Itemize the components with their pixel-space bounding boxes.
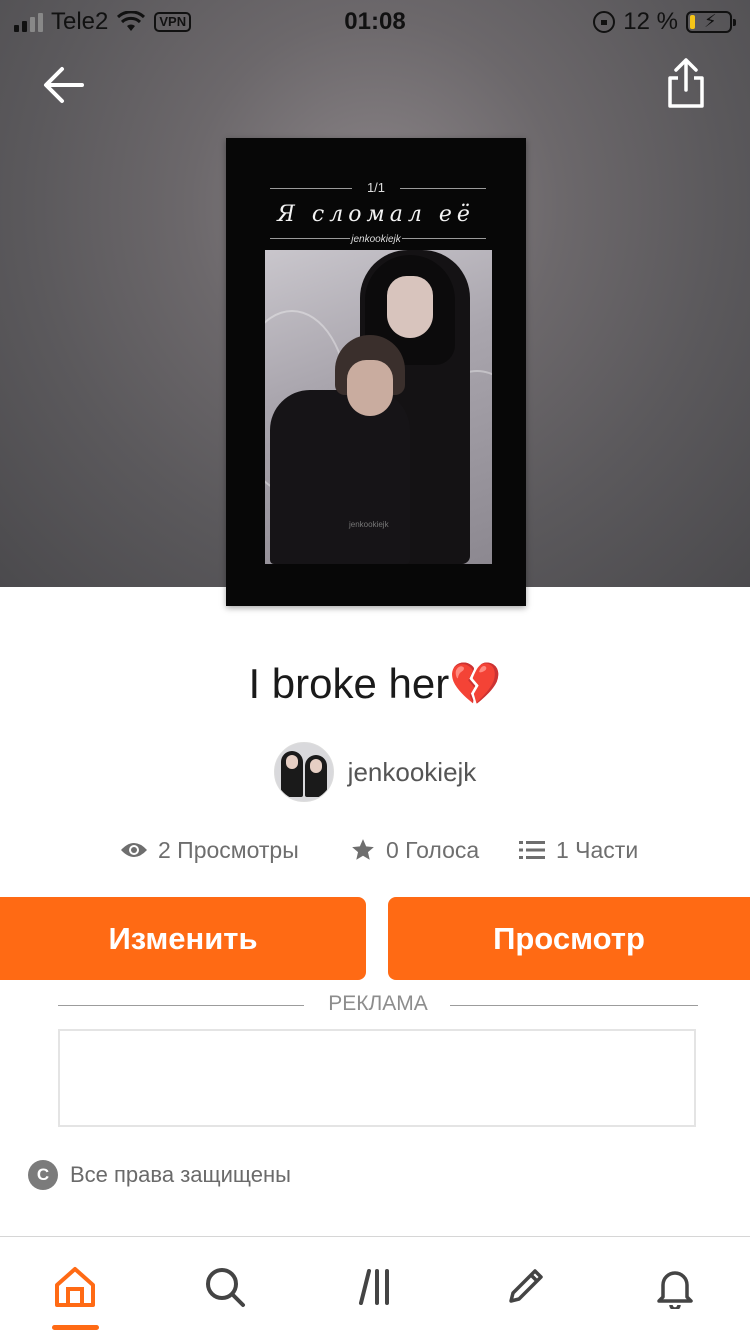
votes-count: 0 Голоса [386, 836, 480, 863]
nav-search[interactable] [195, 1261, 255, 1313]
story-title: I broke her💔 [248, 660, 502, 707]
cover-title: Я сломал её [277, 202, 475, 227]
cover-part-label: 1/1 [366, 180, 386, 195]
ad-label-row: РЕКЛАМА [58, 992, 698, 1018]
orientation-lock-icon [593, 11, 616, 33]
library-icon [359, 1269, 389, 1305]
nav-home[interactable] [45, 1261, 105, 1313]
votes-stat: 0 Голоса [350, 832, 479, 868]
parts-count: 1 Части [556, 836, 639, 863]
home-icon [55, 1267, 95, 1307]
preview-button[interactable]: Просмотр [388, 897, 750, 980]
nav-write[interactable] [495, 1261, 555, 1313]
cover-author: jenkookiejk [351, 234, 401, 245]
share-icon [668, 58, 704, 108]
nav-active-indicator [52, 1325, 99, 1330]
copyright-icon: C [28, 1160, 58, 1190]
battery-icon: ⚡ [686, 11, 736, 33]
cover-photo: jenkookiejk [265, 250, 492, 564]
ad-slot[interactable] [58, 1029, 696, 1127]
eye-icon [121, 843, 147, 857]
arrow-left-icon [44, 67, 84, 103]
star-icon [352, 839, 374, 860]
story-cover[interactable]: 1/1 Я сломал её jenkookiejk jenkookiejk [226, 138, 526, 606]
parts-stat: 1 Части [518, 832, 638, 868]
avatar[interactable] [273, 742, 334, 802]
ad-divider [450, 1005, 698, 1006]
back-button[interactable] [40, 60, 90, 110]
ad-label: РЕКЛАМА [328, 992, 428, 1015]
views-count: 2 Просмотры [158, 836, 299, 863]
battery-percent: 12 % [623, 8, 678, 35]
nav-notifications[interactable] [645, 1261, 705, 1313]
status-right: 12 % ⚡ [593, 8, 736, 36]
nav-library[interactable] [347, 1261, 407, 1313]
list-icon [519, 841, 545, 859]
cover-watermark: jenkookiejk [349, 520, 389, 529]
bottom-nav [0, 1236, 750, 1335]
bell-icon [657, 1271, 693, 1309]
author-name[interactable]: jenkookiejk [348, 757, 477, 788]
rights-notice: C Все права защищены [28, 1160, 291, 1190]
author-row[interactable]: jenkookiejk [0, 742, 750, 802]
search-icon [206, 1268, 245, 1307]
status-bar: Tele2 VPN 01:08 12 % ⚡ [0, 0, 750, 40]
edit-button[interactable]: Изменить [0, 897, 366, 980]
story-stats: 2 Просмотры 0 Голоса 1 Части [0, 832, 750, 868]
rights-text: Все права защищены [70, 1162, 291, 1187]
share-button[interactable] [664, 56, 708, 112]
views-stat: 2 Просмотры [120, 832, 299, 868]
pencil-icon [509, 1269, 543, 1303]
